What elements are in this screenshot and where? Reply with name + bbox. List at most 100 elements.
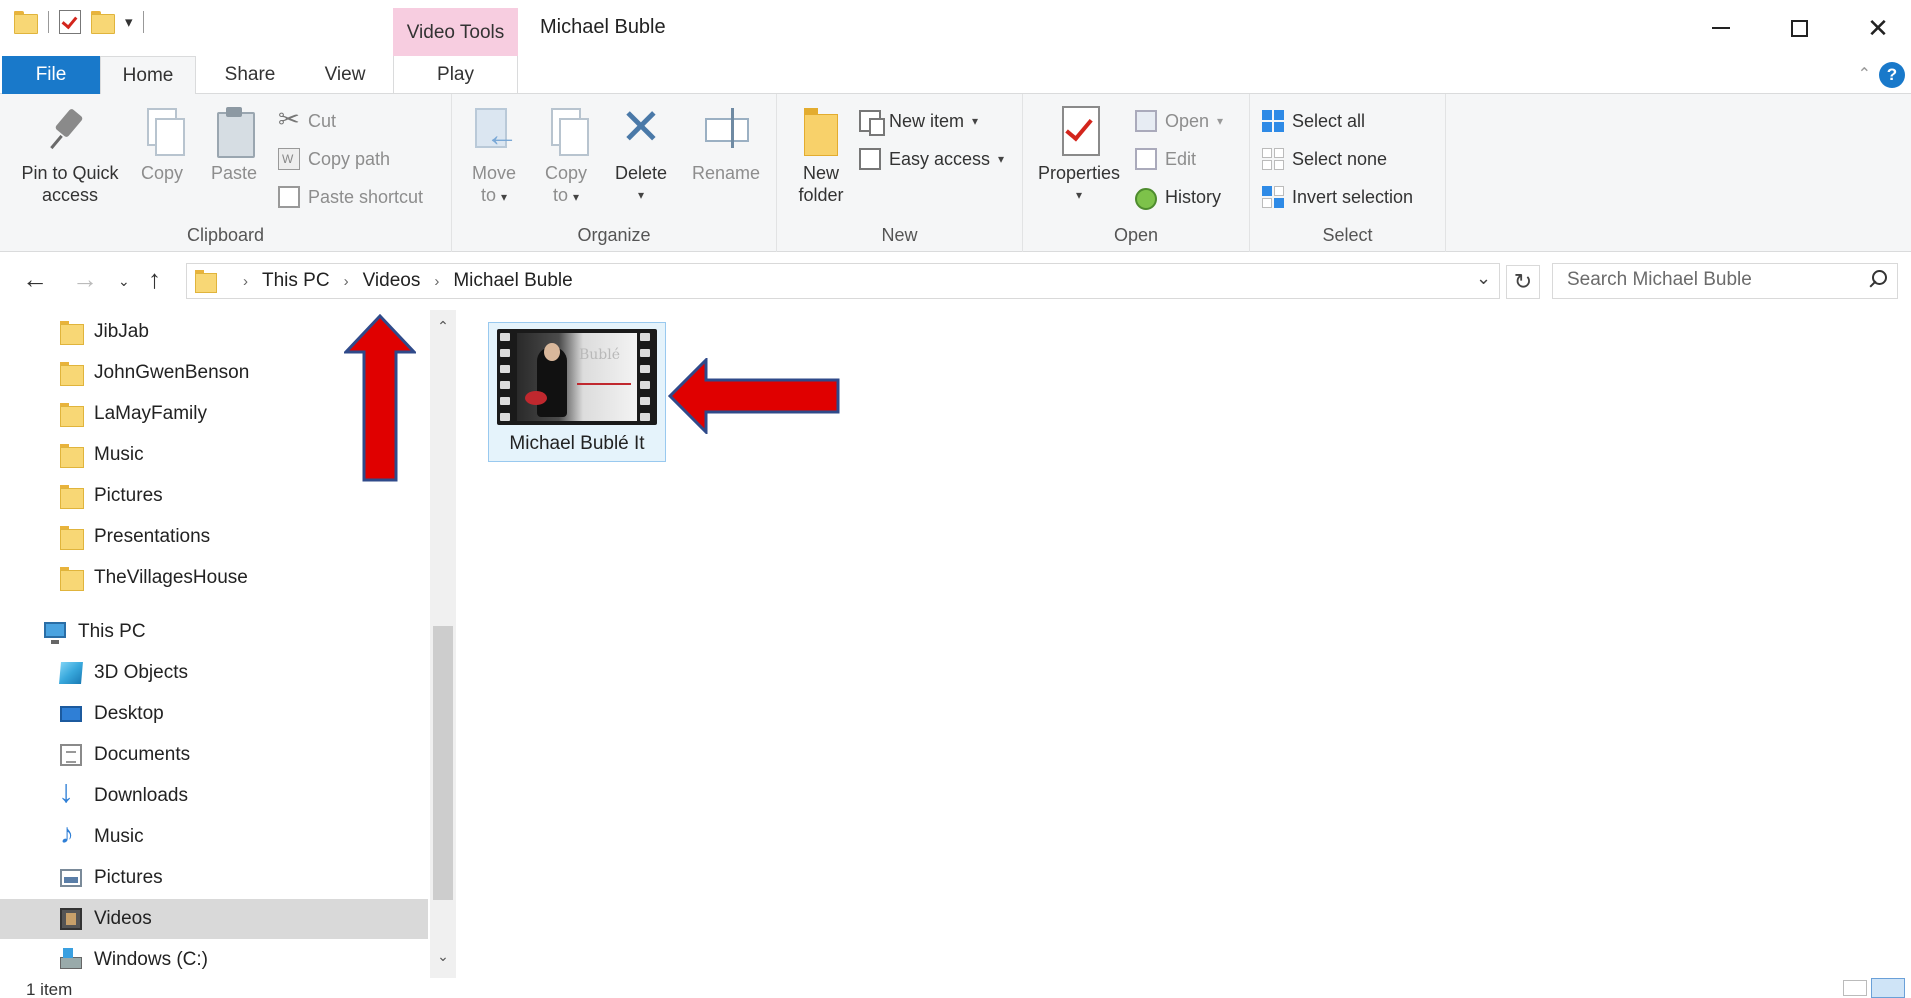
downloads-icon [58,775,82,807]
history-button[interactable]: History [1135,182,1221,212]
select-all-button[interactable]: Select all [1262,106,1365,136]
pin-label-line1: Pin to Quick [21,163,119,183]
minimize-button[interactable] [1697,8,1745,48]
navigation-bar: ← → ⌄ ↑ › This PC › Videos › Michael Bub… [0,252,1911,310]
tree-item-music[interactable]: Music [0,817,428,857]
scroll-down-icon[interactable]: ⌄ [430,948,456,965]
cut-button[interactable]: Cut [278,104,336,136]
copy-path-button[interactable]: Copy path [278,144,390,174]
select-none-label: Select none [1292,149,1388,169]
drive-icon [60,948,82,969]
properties-button[interactable]: Properties ▾ [1031,104,1127,206]
edit-button[interactable]: Edit [1135,144,1196,174]
tree-item-presentations[interactable]: Presentations [0,517,428,557]
music-icon [60,820,82,848]
open-button[interactable]: Open ▾ [1135,106,1223,136]
tree-item-documents[interactable]: Documents [0,735,428,775]
folder-icon [60,485,84,509]
properties-icon[interactable] [59,10,81,34]
copyto-label-line1: Copy [544,163,588,183]
rename-label: Rename [691,163,761,183]
paste-button[interactable]: Paste [206,104,262,184]
pin-icon [47,104,93,158]
easy-access-dropdown-icon: ▾ [998,152,1005,166]
properties-dropdown-icon: ▾ [1075,188,1083,202]
tree-item-windows-c[interactable]: Windows (C:) [0,940,428,978]
chevron-right-icon[interactable]: › [243,273,248,290]
large-icons-view-icon[interactable] [1871,978,1905,998]
new-folder-icon[interactable] [91,11,115,34]
tree-item-label: Music [94,826,144,847]
invert-selection-button[interactable]: Invert selection [1262,182,1413,212]
delete-dropdown-icon: ▾ [637,188,645,202]
easy-access-button[interactable]: Easy access ▾ [859,144,1004,174]
back-button[interactable]: ← [22,266,48,292]
tree-item-3d-objects[interactable]: 3D Objects [0,653,428,693]
search-input[interactable] [1553,264,1853,296]
refresh-button[interactable]: ↻ [1506,265,1540,299]
up-button[interactable]: ↑ [148,266,161,292]
tab-view[interactable]: View [305,56,385,94]
tab-file[interactable]: File [2,56,100,94]
select-none-button[interactable]: Select none [1262,144,1387,174]
new-folder-button[interactable]: New folder [789,104,853,206]
file-name: Michael Bublé It [509,433,645,454]
collapse-ribbon-icon[interactable]: ⌃ [1858,64,1871,84]
maximize-icon [1790,19,1808,37]
breadcrumb-this-pc[interactable]: This PC [262,270,330,292]
tree-item-label: Music [94,444,144,465]
tab-play[interactable]: Play [393,56,518,94]
forward-button[interactable]: → [72,266,98,292]
paste-label: Paste [210,163,258,183]
move-to-button[interactable]: Move to ▾ [464,104,524,208]
open-icon [1135,110,1157,132]
history-label: History [1165,187,1222,207]
tree-item-downloads[interactable]: Downloads [0,775,428,816]
new-item-button[interactable]: New item ▾ [859,106,978,136]
close-button[interactable]: ✕ [1854,8,1902,48]
chevron-right-icon[interactable]: › [344,273,349,290]
copy-to-button[interactable]: Copy to ▾ [536,104,596,208]
tree-item-pictures-folder[interactable]: Pictures [0,476,428,516]
maximize-button[interactable] [1775,8,1823,48]
scissors-icon [278,104,300,134]
help-button[interactable]: ? [1879,62,1905,88]
tree-item-label: Videos [94,908,152,929]
film-strip-icon [500,333,514,421]
red-arrow-up-icon [344,314,416,482]
recent-locations-dropdown[interactable]: ⌄ [118,274,130,288]
properties-label: Properties [1037,163,1121,183]
copy-button[interactable]: Copy [136,104,188,184]
folder-icon [60,362,84,386]
delete-button[interactable]: Delete ▾ [608,102,674,206]
chevron-right-icon[interactable]: › [434,273,439,290]
documents-icon [60,744,82,766]
desktop-icon [60,706,82,722]
address-bar[interactable]: › This PC › Videos › Michael Buble [186,263,1500,299]
search-icon[interactable] [1867,270,1887,290]
rename-button[interactable]: Rename [688,104,764,184]
navigation-pane-scrollbar[interactable]: ⌃ ⌄ [430,310,456,978]
address-history-dropdown[interactable]: ⌄ [1476,268,1491,289]
breadcrumb-michael-buble[interactable]: Michael Buble [453,270,572,292]
tree-item-label: Desktop [94,703,164,724]
file-item-video[interactable]: Bublé Michael Bublé It [488,322,666,462]
folder-icon [60,321,84,345]
tab-home[interactable]: Home [100,56,196,95]
search-box[interactable] [1552,263,1898,299]
tree-item-desktop[interactable]: Desktop [0,694,428,734]
tree-item-videos[interactable]: Videos [0,899,428,939]
tree-item-thevillageshouse[interactable]: TheVillagesHouse [0,558,428,598]
scrollbar-thumb[interactable] [433,626,453,900]
paste-shortcut-button[interactable]: Paste shortcut [278,182,423,212]
tree-item-label: Downloads [94,785,188,806]
tab-share[interactable]: Share [210,56,290,94]
scroll-up-icon[interactable]: ⌃ [430,318,456,335]
tree-item-pictures[interactable]: Pictures [0,858,428,898]
window-title: Michael Buble [540,16,666,38]
breadcrumb-videos[interactable]: Videos [363,270,421,292]
customize-toolbar-dropdown[interactable]: ▾ [125,13,133,31]
pin-to-quick-access-button[interactable]: Pin to Quick access [12,104,128,206]
details-view-icon[interactable] [1843,980,1867,996]
tree-item-this-pc[interactable]: This PC [0,612,428,652]
